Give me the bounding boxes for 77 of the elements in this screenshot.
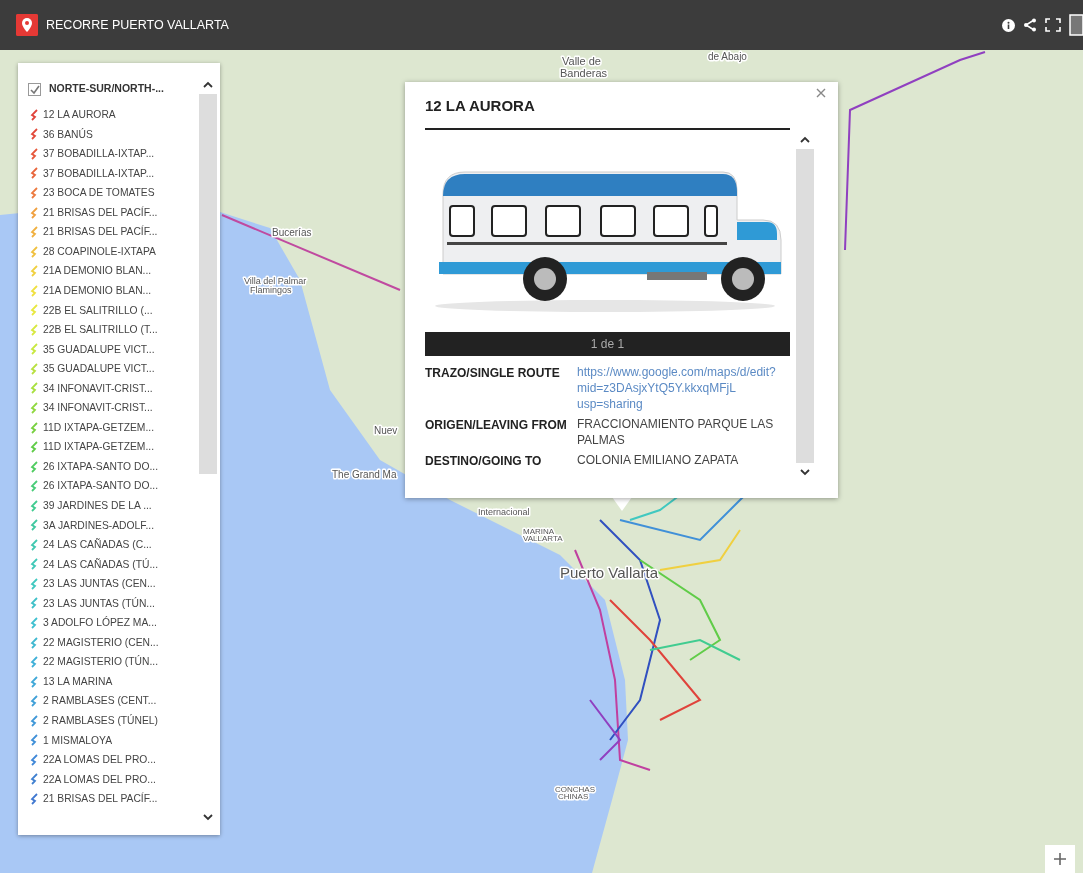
fullscreen-icon[interactable] bbox=[1045, 18, 1061, 32]
route-label[interactable]: 21 BRISAS DEL PACÍF... bbox=[43, 204, 158, 221]
popup-scrollbar[interactable] bbox=[795, 136, 815, 476]
layer-checkbox[interactable] bbox=[28, 82, 41, 96]
route-label[interactable]: 11D IXTAPA-GETZEM... bbox=[43, 419, 154, 436]
scroll-up-icon[interactable] bbox=[203, 81, 213, 88]
info-icon[interactable] bbox=[1002, 18, 1015, 32]
route-label[interactable]: 2 RAMBLASES (TÚNEL) bbox=[43, 713, 158, 729]
place-label: CONCHAS bbox=[555, 785, 595, 794]
route-label[interactable]: 21A DEMONIO BLAN... bbox=[43, 263, 152, 279]
route-label[interactable]: 21A DEMONIO BLAN... bbox=[43, 282, 152, 299]
field-label: ORIGEN/LEAVING FROM bbox=[425, 417, 568, 434]
place-label: The Grand Ma bbox=[332, 469, 397, 480]
place-label: Internacional bbox=[478, 507, 530, 517]
plus-icon[interactable] bbox=[1054, 853, 1066, 865]
route-link[interactable]: https://www.google.com/maps/d/edit?mid=z3DAsjxYtQ5Y.kkxqMFjL usp=sharing bbox=[577, 364, 790, 412]
route-label[interactable]: 26 IXTAPA-SANTO DO... bbox=[43, 458, 158, 475]
route-label[interactable]: 34 INFONAVIT-CRIST... bbox=[43, 380, 153, 397]
route-label[interactable]: 22B EL SALITRILLO (T... bbox=[43, 322, 158, 338]
route-label[interactable]: 23 LAS JUNTAS (CEN... bbox=[43, 576, 156, 592]
route-label[interactable]: 24 LAS CAÑADAS (C... bbox=[43, 537, 152, 553]
route-label[interactable]: 37 BOBADILLA-IXTAP... bbox=[43, 165, 155, 182]
route-label[interactable]: 35 GUADALUPE VICT... bbox=[43, 361, 155, 377]
image-counter: 1 de 1 bbox=[425, 332, 790, 356]
place-label: Nuev bbox=[374, 425, 398, 436]
place-label: Valle de bbox=[562, 55, 601, 67]
route-label[interactable]: 22A LOMAS DEL PRO... bbox=[43, 771, 156, 788]
route-label[interactable]: 12 LA AURORA bbox=[43, 107, 116, 123]
field-label: TRAZO/SINGLE ROUTE bbox=[425, 365, 561, 382]
map-thumbnail-icon[interactable] bbox=[1069, 14, 1083, 36]
place-label: Flamingos bbox=[250, 285, 292, 295]
route-label[interactable]: 11D IXTAPA-GETZEM... bbox=[43, 439, 154, 455]
layer-name: NORTE-SUR/NORTH-... bbox=[49, 81, 164, 97]
map-pin-icon bbox=[16, 14, 38, 36]
place-label: de Abajo bbox=[708, 51, 747, 62]
route-label[interactable]: 23 LAS JUNTAS (TÚN... bbox=[43, 595, 155, 612]
scroll-down-icon[interactable] bbox=[203, 814, 213, 821]
route-line[interactable] bbox=[649, 638, 741, 661]
route-label[interactable]: 13 LA MARINA bbox=[43, 673, 113, 690]
route-label[interactable]: 22 MAGISTERIO (TÚN... bbox=[43, 654, 158, 670]
route-label[interactable]: 21 BRISAS DEL PACÍF... bbox=[43, 224, 158, 240]
route-label[interactable]: 37 BOBADILLA-IXTAP... bbox=[43, 146, 155, 162]
map-title: RECORRE PUERTO VALLARTA bbox=[46, 16, 229, 34]
route-label[interactable]: 28 COAPINOLE-IXTAPA bbox=[43, 243, 156, 260]
scroll-up-icon[interactable] bbox=[800, 136, 810, 143]
legend-scrollbar[interactable] bbox=[198, 81, 218, 821]
route-label[interactable]: 22A LOMAS DEL PRO... bbox=[43, 752, 156, 768]
route-label[interactable]: 1 MISMALOYA bbox=[43, 732, 113, 748]
close-button[interactable] bbox=[816, 88, 826, 98]
route-label[interactable]: 39 JARDINES DE LA ... bbox=[43, 498, 152, 514]
scroll-down-icon[interactable] bbox=[800, 469, 810, 476]
place-label: Banderas bbox=[560, 67, 608, 79]
route-label[interactable]: 24 LAS CAÑADAS (TÚ... bbox=[43, 556, 158, 573]
field-value: FRACCIONAMIENTO PARQUE LAS PALMAS bbox=[577, 416, 775, 448]
route-label[interactable]: 23 BOCA DE TOMATES bbox=[43, 185, 155, 201]
route-line[interactable] bbox=[589, 699, 622, 761]
route-label[interactable]: 22 MAGISTERIO (CEN... bbox=[43, 634, 159, 651]
route-label[interactable]: 26 IXTAPA-SANTO DO... bbox=[43, 478, 158, 494]
popup-title: 12 LA AURORA bbox=[425, 97, 535, 115]
place-label: Villa del Palmar bbox=[244, 276, 307, 286]
place-label: MARINA bbox=[523, 527, 555, 536]
share-icon[interactable] bbox=[1023, 18, 1037, 32]
zoom-in-button[interactable] bbox=[1045, 845, 1075, 873]
route-label[interactable]: 21 BRISAS DEL PACÍF... bbox=[43, 791, 158, 807]
place-label: CHINAS bbox=[558, 792, 589, 801]
route-line[interactable] bbox=[609, 599, 702, 721]
field-label: DESTINO/GOING TO bbox=[425, 453, 543, 470]
route-label[interactable]: 34 INFONAVIT-CRIST... bbox=[43, 400, 153, 416]
route-label[interactable]: 36 BANÚS bbox=[43, 126, 93, 143]
place-label: Bucerías bbox=[272, 227, 312, 238]
route-label[interactable]: 3A JARDINES-ADOLF... bbox=[43, 517, 154, 533]
place-label: VALLARTA bbox=[523, 534, 563, 543]
route-label[interactable]: 22B EL SALITRILLO (... bbox=[43, 302, 153, 318]
route-label[interactable]: 3 ADOLFO LÓPEZ MA... bbox=[43, 615, 157, 631]
route-label[interactable]: 2 RAMBLASES (CENT... bbox=[43, 693, 157, 709]
field-value: COLONIA EMILIANO ZAPATA bbox=[577, 452, 740, 469]
route-label[interactable]: 35 GUADALUPE VICT... bbox=[43, 341, 155, 358]
